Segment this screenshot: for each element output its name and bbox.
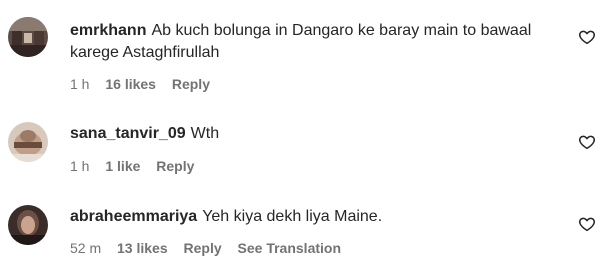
profile-photo-icon	[8, 17, 48, 57]
comment-body: Yeh kiya dekh liya Maine.	[202, 208, 383, 225]
avatar[interactable]	[8, 205, 48, 245]
comment-meta: 52 m 13 likes Reply See Translation	[70, 239, 353, 257]
heart-outline-icon[interactable]	[578, 133, 596, 151]
comment-item: abraheemmariya Yeh kiya dekh liya Maine. …	[0, 185, 606, 265]
timestamp[interactable]: 1 h	[70, 158, 89, 174]
reply-button[interactable]: Reply	[156, 158, 194, 174]
comment-meta: 1 h 16 likes Reply	[70, 75, 222, 93]
comment-text: abraheemmariya Yeh kiya dekh liya Maine.	[70, 206, 550, 228]
likes-count[interactable]: 16 likes	[105, 76, 156, 92]
comment-text: sana_tanvir_09 Wth	[70, 123, 550, 145]
see-translation-button[interactable]: See Translation	[238, 240, 341, 256]
comment-body: Wth	[190, 125, 220, 142]
profile-photo-icon	[8, 122, 48, 162]
reply-button[interactable]: Reply	[184, 240, 222, 256]
reply-button[interactable]: Reply	[172, 76, 210, 92]
avatar[interactable]	[8, 122, 48, 162]
username-link[interactable]: emrkhann	[70, 22, 146, 39]
comment-item: emrkhann Ab kuch bolunga in Dangaro ke ba…	[0, 0, 606, 100]
comment-item: sana_tanvir_09 Wth 1 h 1 like Reply	[0, 100, 606, 185]
comment-text: emrkhann Ab kuch bolunga in Dangaro ke ba…	[70, 20, 550, 64]
heart-outline-icon[interactable]	[578, 215, 596, 233]
likes-count[interactable]: 13 likes	[117, 240, 168, 256]
timestamp[interactable]: 1 h	[70, 76, 89, 92]
comment-meta: 1 h 1 like Reply	[70, 157, 206, 175]
avatar[interactable]	[8, 17, 48, 57]
username-link[interactable]: abraheemmariya	[70, 208, 197, 225]
timestamp[interactable]: 52 m	[70, 240, 101, 256]
heart-outline-icon[interactable]	[578, 28, 596, 46]
profile-photo-icon	[8, 205, 48, 245]
username-link[interactable]: sana_tanvir_09	[70, 125, 186, 142]
likes-count[interactable]: 1 like	[105, 158, 140, 174]
